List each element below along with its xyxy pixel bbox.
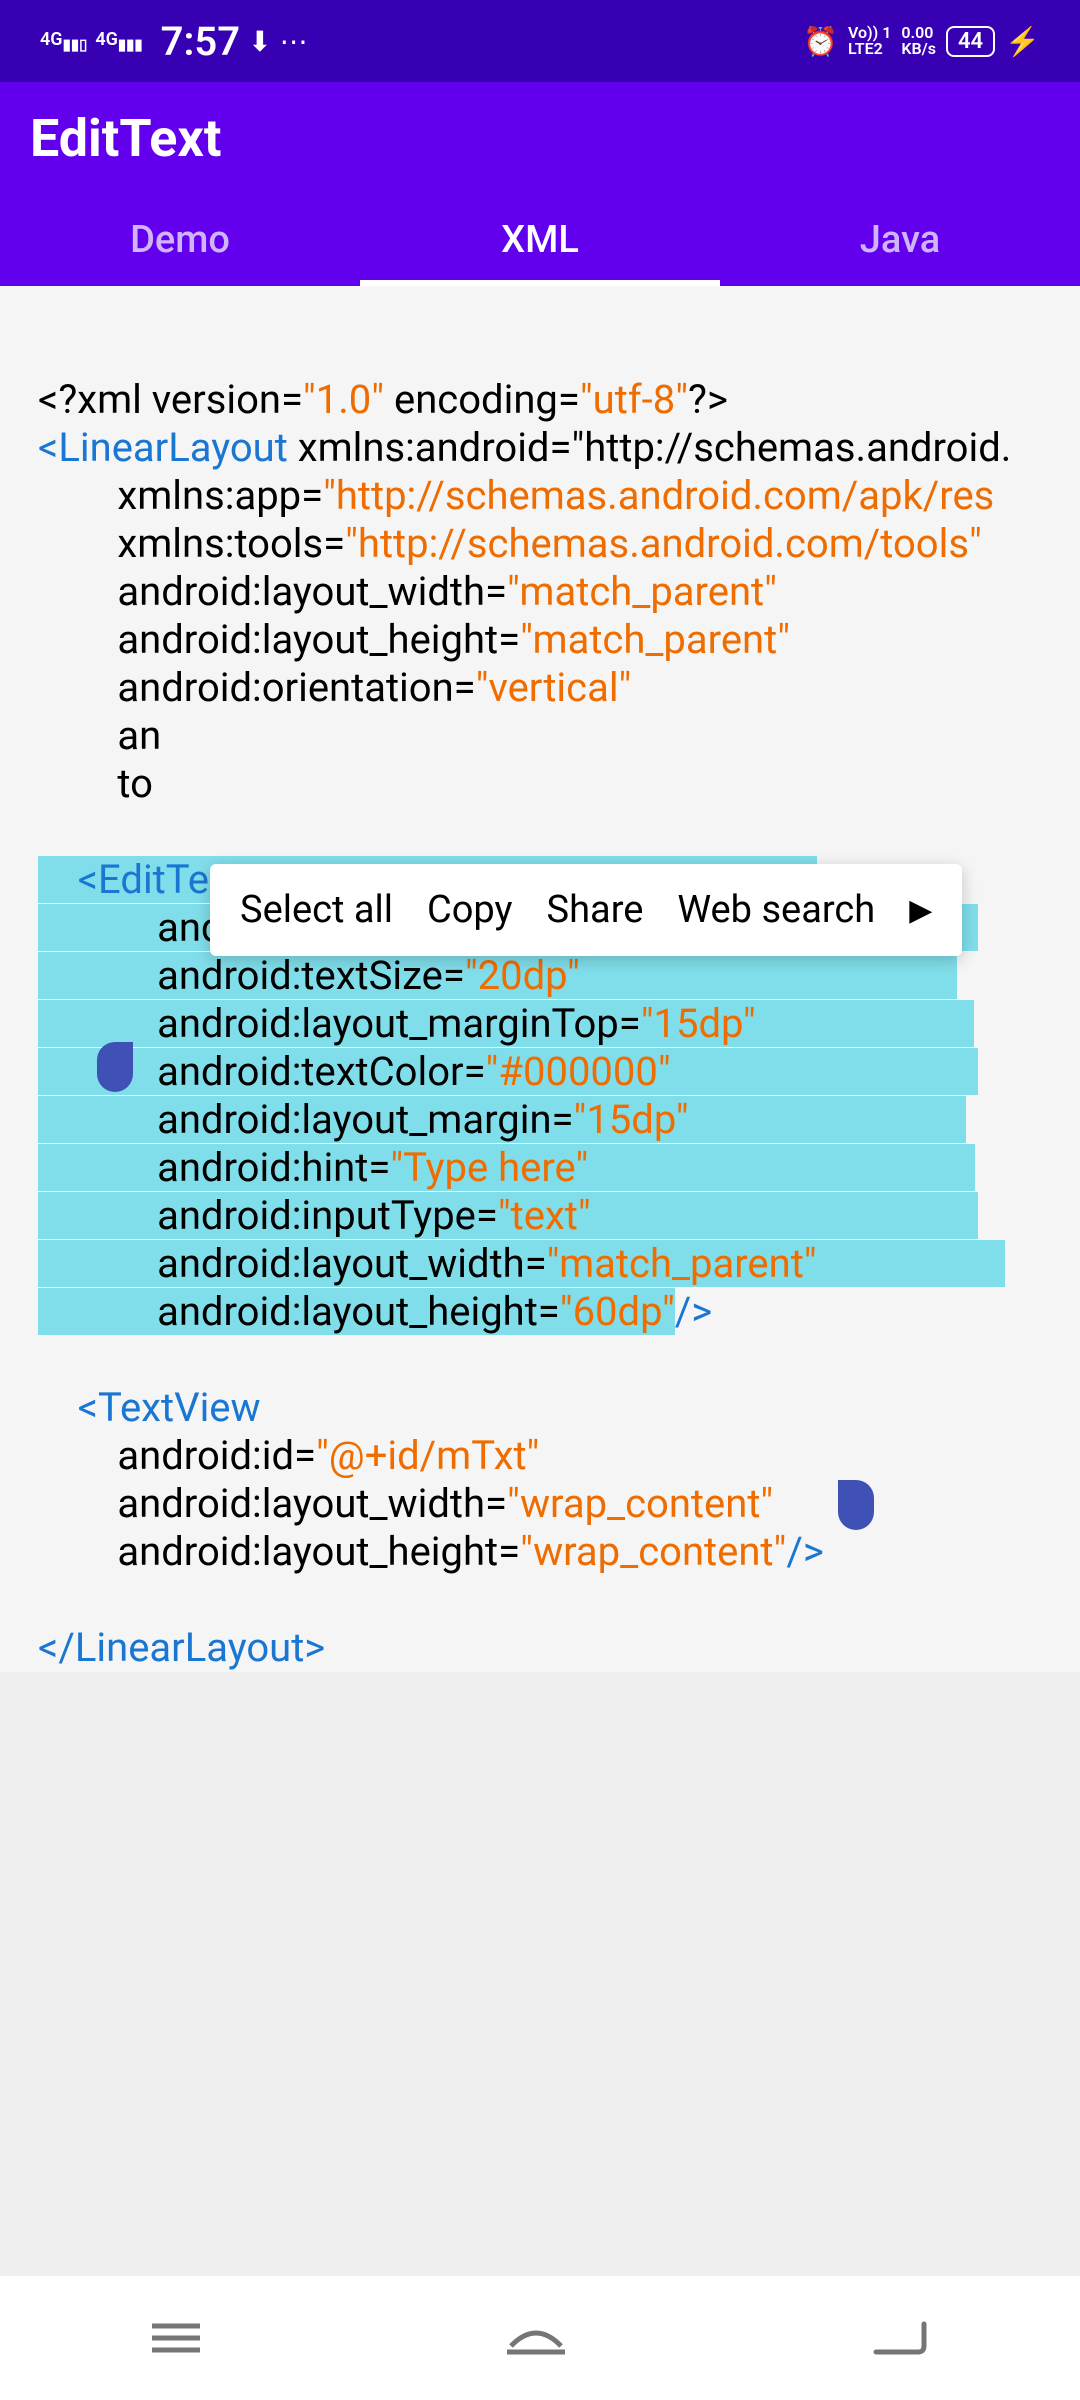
- tab-java[interactable]: Java: [720, 194, 1080, 286]
- status-right: ⏰ Vo)) 1 LTE2 0.00 KB/s 44 ⚡: [803, 25, 1040, 58]
- charging-icon: ⚡: [1005, 25, 1040, 58]
- more-icon: ⋯: [280, 25, 308, 58]
- text-context-menu: Select all Copy Share Web search ▶: [210, 864, 962, 956]
- navigation-bar: [0, 2276, 1080, 2400]
- app-bar: EditText: [0, 82, 1080, 194]
- download-icon: ⬇: [248, 25, 271, 58]
- ctx-copy[interactable]: Copy: [427, 888, 513, 932]
- code-editor[interactable]: <?xml version="1.0" encoding="utf-8"?> <…: [0, 286, 1080, 1672]
- status-left: 4G▮▮▯ 4G▮▮▮ 7:57 ⬇ ⋯: [40, 18, 308, 65]
- ctx-select-all[interactable]: Select all: [240, 888, 393, 932]
- page-title: EditText: [30, 108, 221, 169]
- signal-2: 4G▮▮▮: [95, 29, 142, 54]
- nav-recent-icon[interactable]: [148, 2318, 204, 2358]
- selection-handle-start[interactable]: [97, 1042, 133, 1092]
- nav-home-icon[interactable]: [501, 2318, 571, 2358]
- ctx-more-icon[interactable]: ▶: [909, 893, 932, 928]
- nav-back-icon[interactable]: [868, 2316, 932, 2360]
- alarm-icon: ⏰: [803, 25, 838, 58]
- status-bar: 4G▮▮▯ 4G▮▮▮ 7:57 ⬇ ⋯ ⏰ Vo)) 1 LTE2 0.00 …: [0, 0, 1080, 82]
- network-info: Vo)) 1 LTE2: [848, 25, 891, 57]
- status-time: 7:57: [161, 18, 240, 65]
- ctx-share[interactable]: Share: [547, 888, 644, 932]
- tab-bar: Demo XML Java: [0, 194, 1080, 286]
- selection-handle-end[interactable]: [838, 1480, 874, 1530]
- signal-1: 4G▮▮▯: [40, 29, 87, 54]
- tab-xml[interactable]: XML: [360, 194, 720, 286]
- speed-info: 0.00 KB/s: [901, 25, 936, 57]
- ctx-web-search[interactable]: Web search: [677, 888, 875, 932]
- tab-demo[interactable]: Demo: [0, 194, 360, 286]
- battery-level: 44: [946, 26, 995, 57]
